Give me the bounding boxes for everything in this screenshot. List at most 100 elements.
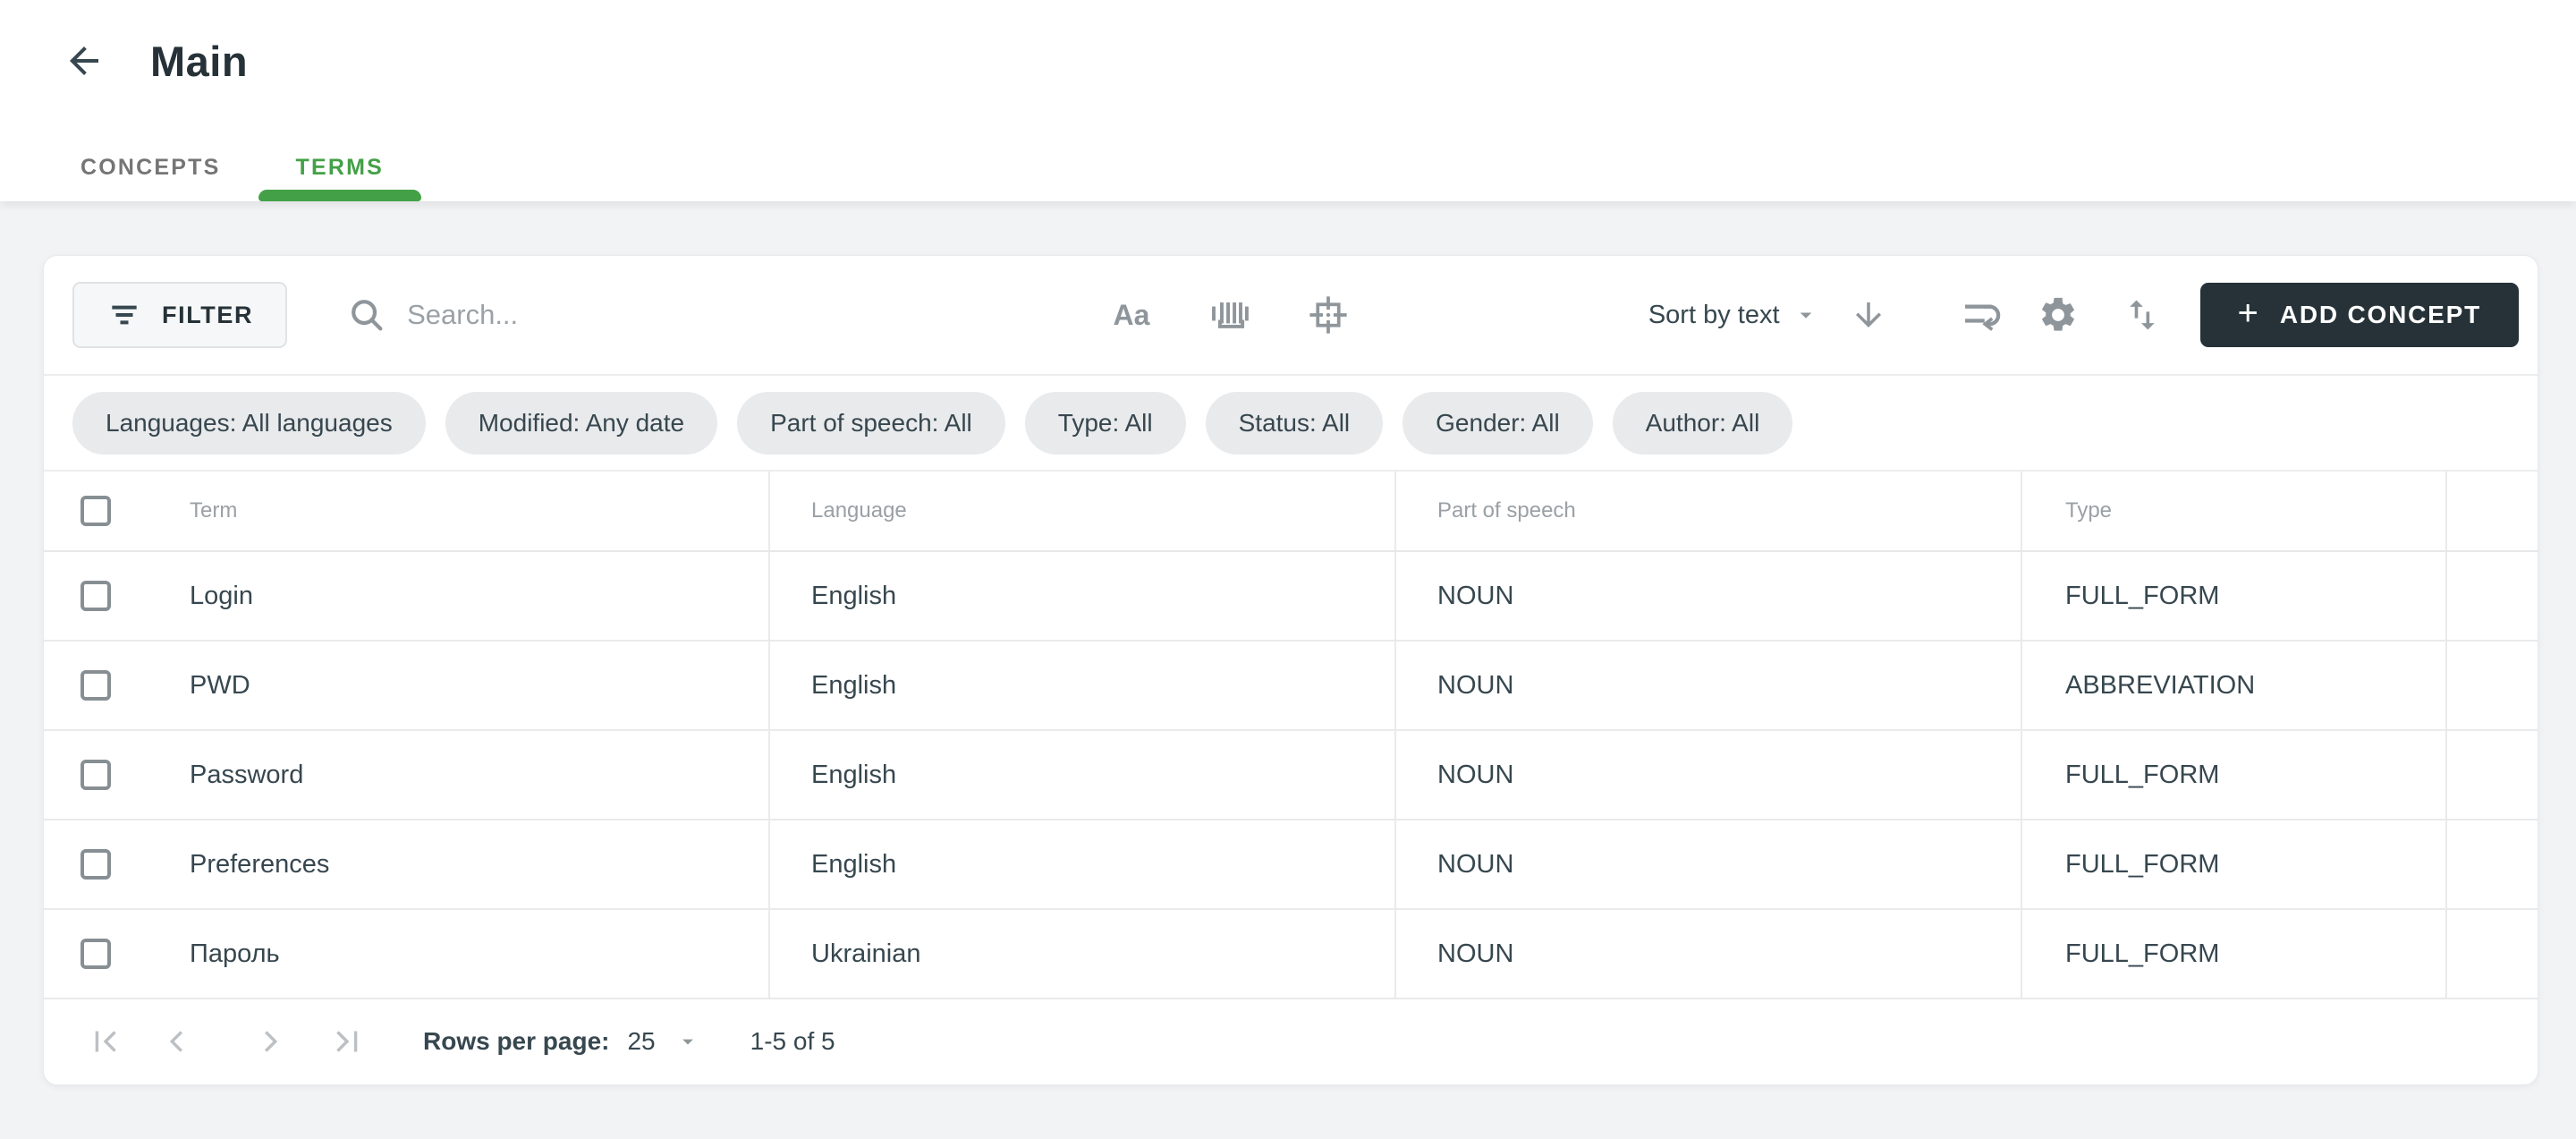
part-of-speech-cell: NOUN	[1437, 850, 1513, 880]
filter-icon	[106, 297, 142, 333]
add-concept-label: ADD CONCEPT	[2280, 301, 2481, 329]
dropdown-caret-icon	[675, 1029, 700, 1054]
rows-per-page-value: 25	[627, 1027, 655, 1056]
gear-icon	[2038, 294, 2079, 336]
add-concept-button[interactable]: + ADD CONCEPT	[2200, 283, 2520, 347]
tab-terms[interactable]: TERMS	[258, 133, 422, 201]
import-export-button[interactable]	[2122, 295, 2161, 335]
term-cell: Пароль	[190, 939, 280, 969]
select-all-checkbox[interactable]	[80, 496, 111, 526]
back-button[interactable]	[55, 32, 113, 89]
table-row[interactable]: Login English NOUN FULL_FORM	[44, 552, 2538, 642]
column-header-language: Language	[811, 498, 907, 523]
select-area-button[interactable]	[1303, 290, 1353, 340]
part-of-speech-cell: NOUN	[1437, 671, 1513, 701]
import-export-icon	[2122, 295, 2161, 335]
tab-bar: CONCEPTS TERMS	[43, 133, 421, 201]
filter-button[interactable]: FILTER	[72, 282, 287, 348]
table-row[interactable]: Пароль Ukrainian NOUN FULL_FORM	[44, 910, 2538, 999]
scrollbar-gutter	[2447, 910, 2538, 998]
chevron-left-icon	[157, 1021, 198, 1062]
scrollbar-gutter	[2447, 642, 2538, 729]
type-cell: FULL_FORM	[2065, 850, 2219, 880]
page-title: Main	[150, 37, 248, 86]
rows-per-page-label: Rows per page:	[423, 1027, 609, 1056]
barcode-icon	[1208, 293, 1251, 336]
low-priority-icon	[1961, 294, 2002, 336]
match-case-icon: Aa	[1114, 299, 1150, 332]
term-cell: Password	[190, 761, 303, 790]
row-checkbox[interactable]	[80, 760, 111, 790]
type-cell: ABBREVIATION	[2065, 671, 2255, 701]
sort-direction-button[interactable]	[1850, 296, 1887, 334]
type-cell: FULL_FORM	[2065, 761, 2219, 790]
part-of-speech-cell: NOUN	[1437, 761, 1513, 790]
next-page-button[interactable]	[250, 1021, 291, 1062]
filter-chip-part-of-speech[interactable]: Part of speech: All	[737, 392, 1005, 455]
column-header-term: Term	[190, 498, 237, 523]
filter-chip-type[interactable]: Type: All	[1025, 392, 1186, 455]
table-header: Term Language Part of speech Type	[44, 472, 2538, 552]
arrow-left-icon	[63, 39, 106, 82]
filter-chip-gender[interactable]: Gender: All	[1402, 392, 1593, 455]
terminology-page: Main CONCEPTS TERMS FILTER	[0, 0, 2576, 1139]
term-cell: Login	[190, 582, 253, 611]
search-box	[346, 294, 792, 336]
pagination-range: 1-5 of 5	[750, 1027, 835, 1056]
toolbar-right: Sort by text	[1648, 256, 2519, 374]
language-cell: English	[811, 671, 896, 701]
search-options: Aa	[1106, 256, 1353, 374]
language-cell: Ukrainian	[811, 939, 921, 969]
table-row[interactable]: Password English NOUN FULL_FORM	[44, 731, 2538, 820]
filter-chip-languages[interactable]: Languages: All languages	[72, 392, 426, 455]
search-input[interactable]	[407, 299, 792, 331]
last-page-button[interactable]	[326, 1021, 368, 1062]
scrollbar-gutter	[2447, 552, 2538, 640]
type-cell: FULL_FORM	[2065, 582, 2219, 611]
filter-chip-modified[interactable]: Modified: Any date	[445, 392, 717, 455]
scrollbar-gutter	[2447, 820, 2538, 908]
settings-button[interactable]	[2038, 294, 2079, 336]
search-icon	[346, 294, 387, 336]
part-of-speech-cell: NOUN	[1437, 582, 1513, 611]
rows-per-page-select[interactable]: 25	[627, 1027, 699, 1056]
app-bar: Main CONCEPTS TERMS	[0, 0, 2576, 201]
chevron-right-icon	[250, 1021, 291, 1062]
first-page-button[interactable]	[85, 1021, 126, 1062]
row-checkbox[interactable]	[80, 581, 111, 611]
filter-chips-row: Languages: All languages Modified: Any d…	[44, 376, 2538, 472]
type-cell: FULL_FORM	[2065, 939, 2219, 969]
sort-by-dropdown[interactable]: Sort by text	[1648, 301, 1819, 330]
dropdown-caret-icon	[1792, 302, 1819, 328]
row-checkbox[interactable]	[80, 849, 111, 880]
pagination-bar: Rows per page: 25 1-5 of 5	[44, 999, 2538, 1084]
terms-panel: FILTER Aa	[43, 255, 2538, 1085]
first-page-icon	[85, 1021, 126, 1062]
row-checkbox[interactable]	[80, 670, 111, 701]
sort-by-label: Sort by text	[1648, 301, 1780, 330]
barcode-button[interactable]	[1205, 290, 1255, 340]
column-header-type: Type	[2065, 498, 2112, 523]
term-cell: PWD	[190, 671, 250, 701]
table-row[interactable]: Preferences English NOUN FULL_FORM	[44, 820, 2538, 910]
filter-chip-status[interactable]: Status: All	[1206, 392, 1384, 455]
filter-button-label: FILTER	[162, 302, 253, 329]
plus-icon: +	[2238, 295, 2258, 331]
arrow-down-icon	[1850, 296, 1887, 334]
prev-page-button[interactable]	[157, 1021, 198, 1062]
language-cell: English	[811, 582, 896, 611]
language-cell: English	[811, 761, 896, 790]
column-header-part-of-speech: Part of speech	[1437, 498, 1576, 523]
row-checkbox[interactable]	[80, 939, 111, 969]
last-page-icon	[326, 1021, 368, 1062]
table-row[interactable]: PWD English NOUN ABBREVIATION	[44, 642, 2538, 731]
tab-concepts[interactable]: CONCEPTS	[43, 133, 258, 201]
select-area-icon	[1306, 293, 1351, 337]
move-terms-button[interactable]	[1961, 294, 2002, 336]
term-cell: Preferences	[190, 850, 329, 880]
language-cell: English	[811, 850, 896, 880]
match-case-button[interactable]: Aa	[1106, 290, 1157, 340]
filter-chip-author[interactable]: Author: All	[1613, 392, 1793, 455]
toolbar: FILTER Aa	[44, 256, 2538, 376]
part-of-speech-cell: NOUN	[1437, 939, 1513, 969]
